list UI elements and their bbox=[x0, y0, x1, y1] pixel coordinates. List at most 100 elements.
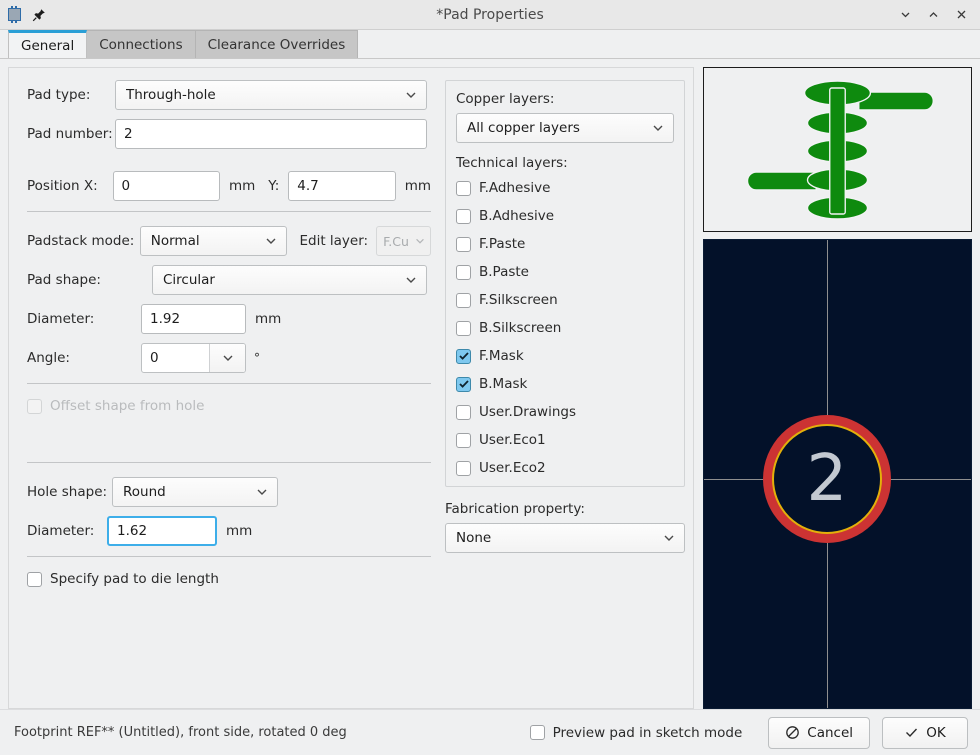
general-panel: Pad type: Through-hole Pad number: 2 bbox=[8, 67, 694, 709]
technical-layers-label: Technical layers: bbox=[456, 155, 674, 171]
pad-settings-column: Pad type: Through-hole Pad number: 2 bbox=[9, 76, 441, 708]
checkbox[interactable] bbox=[456, 377, 471, 392]
pin-icon[interactable] bbox=[32, 8, 46, 22]
layer-checkbox-b-paste[interactable]: B.Paste bbox=[456, 264, 674, 280]
fabrication-property-label: Fabrication property: bbox=[445, 501, 685, 517]
pad-type-row: Pad type: Through-hole bbox=[27, 80, 431, 110]
hole-diameter-row: Diameter: 1.62 mm bbox=[27, 516, 431, 546]
pad-shape-label: Pad shape: bbox=[27, 272, 152, 288]
close-button[interactable] bbox=[948, 3, 974, 27]
position-y-input[interactable]: 4.7 bbox=[288, 171, 395, 201]
angle-row: Angle: 0 ° bbox=[27, 343, 431, 373]
chevron-down-icon bbox=[651, 121, 665, 135]
hole-diameter-unit: mm bbox=[226, 523, 252, 539]
cancel-circle-icon bbox=[785, 725, 800, 740]
ok-button[interactable]: OK bbox=[882, 717, 968, 749]
padstack-mode-value: Normal bbox=[151, 233, 200, 249]
tab-connections[interactable]: Connections bbox=[86, 30, 195, 58]
pad-diameter-input[interactable]: 1.92 bbox=[141, 304, 246, 334]
cancel-button[interactable]: Cancel bbox=[768, 717, 870, 749]
layer-label: User.Eco1 bbox=[479, 432, 546, 448]
chevron-down-icon bbox=[255, 485, 269, 499]
layer-checkbox-b-silkscreen[interactable]: B.Silkscreen bbox=[456, 320, 674, 336]
pad-shape-graphic: 2 bbox=[763, 415, 891, 543]
maximize-button[interactable] bbox=[920, 3, 946, 27]
layer-label: User.Drawings bbox=[479, 404, 576, 420]
copper-layers-select[interactable]: All copper layers bbox=[456, 113, 674, 143]
checkbox[interactable] bbox=[456, 181, 471, 196]
sketch-mode-checkbox-row[interactable]: Preview pad in sketch mode bbox=[530, 725, 743, 741]
layer-checkbox-f-adhesive[interactable]: F.Adhesive bbox=[456, 180, 674, 196]
offset-shape-checkbox bbox=[27, 399, 42, 414]
angle-value: 0 bbox=[142, 344, 209, 372]
hole-diameter-label: Diameter: bbox=[27, 523, 107, 539]
pad-number-row: Pad number: 2 bbox=[27, 119, 431, 149]
padstack-mode-label: Padstack mode: bbox=[27, 233, 140, 249]
pad-shape-value: Circular bbox=[163, 272, 215, 288]
checkbox[interactable] bbox=[456, 349, 471, 364]
fabrication-property-select[interactable]: None bbox=[445, 523, 685, 553]
status-text: Footprint REF** (Untitled), front side, … bbox=[14, 725, 530, 740]
pad-diameter-row: Diameter: 1.92 mm bbox=[27, 304, 431, 334]
layer-label: B.Silkscreen bbox=[479, 320, 561, 336]
chevron-down-icon bbox=[662, 531, 676, 545]
window-title: *Pad Properties bbox=[0, 0, 980, 29]
angle-unit: ° bbox=[254, 351, 260, 365]
checkbox[interactable] bbox=[456, 405, 471, 420]
chevron-down-icon bbox=[404, 88, 418, 102]
layer-checkbox-b-mask[interactable]: B.Mask bbox=[456, 376, 674, 392]
hole-diameter-value: 1.62 bbox=[117, 523, 147, 539]
pad-to-die-label: Specify pad to die length bbox=[50, 571, 219, 587]
position-x-unit: mm bbox=[229, 178, 255, 194]
layer-checkbox-f-mask[interactable]: F.Mask bbox=[456, 348, 674, 364]
hole-diameter-input[interactable]: 1.62 bbox=[107, 516, 217, 546]
layer-checkbox-user-eco2[interactable]: User.Eco2 bbox=[456, 460, 674, 476]
layer-label: F.Paste bbox=[479, 236, 525, 252]
checkbox[interactable] bbox=[456, 321, 471, 336]
copper-layers-value: All copper layers bbox=[467, 120, 580, 136]
layer-checkbox-user-drawings[interactable]: User.Drawings bbox=[456, 404, 674, 420]
position-y-value: 4.7 bbox=[297, 178, 318, 194]
checkbox[interactable] bbox=[456, 209, 471, 224]
checkbox[interactable] bbox=[456, 237, 471, 252]
layer-label: B.Paste bbox=[479, 264, 529, 280]
pad-number-input[interactable]: 2 bbox=[115, 119, 427, 149]
position-x-input[interactable]: 0 bbox=[113, 171, 220, 201]
tab-clearance-overrides[interactable]: Clearance Overrides bbox=[195, 30, 359, 58]
sketch-mode-checkbox[interactable] bbox=[530, 725, 545, 740]
pad-type-select[interactable]: Through-hole bbox=[115, 80, 427, 110]
chip-icon bbox=[6, 7, 23, 22]
layer-checkbox-user-eco1[interactable]: User.Eco1 bbox=[456, 432, 674, 448]
layers-groupbox: Copper layers: All copper layers Technic… bbox=[445, 80, 685, 487]
pad-preview-canvas[interactable]: 2 bbox=[703, 239, 972, 709]
layer-checkbox-f-paste[interactable]: F.Paste bbox=[456, 236, 674, 252]
checkbox[interactable] bbox=[456, 461, 471, 476]
pad-shape-select[interactable]: Circular bbox=[152, 265, 427, 295]
chevron-down-icon[interactable] bbox=[209, 344, 245, 372]
layer-label: F.Silkscreen bbox=[479, 292, 558, 308]
pad-to-die-checkbox-row[interactable]: Specify pad to die length bbox=[27, 571, 431, 587]
checkbox[interactable] bbox=[456, 433, 471, 448]
padstack-mode-row: Padstack mode: Normal Edit layer: F.Cu bbox=[27, 226, 431, 256]
offset-shape-checkbox-row: Offset shape from hole bbox=[27, 398, 431, 414]
sketch-mode-label: Preview pad in sketch mode bbox=[553, 725, 743, 741]
padstack-mode-select[interactable]: Normal bbox=[140, 226, 288, 256]
angle-stepper[interactable]: 0 bbox=[141, 343, 246, 373]
hole-shape-select[interactable]: Round bbox=[112, 477, 278, 507]
minimize-button[interactable] bbox=[892, 3, 918, 27]
tab-general[interactable]: General bbox=[8, 30, 87, 58]
pad-type-label: Pad type: bbox=[27, 87, 115, 103]
copper-layers-label: Copper layers: bbox=[456, 91, 674, 107]
dialog-content: Pad type: Through-hole Pad number: 2 bbox=[0, 59, 980, 709]
pad-to-die-checkbox[interactable] bbox=[27, 572, 42, 587]
title-bar-icons bbox=[0, 7, 46, 22]
check-icon bbox=[904, 725, 919, 740]
divider-2 bbox=[27, 383, 431, 384]
checkbox[interactable] bbox=[456, 293, 471, 308]
layer-label: F.Adhesive bbox=[479, 180, 550, 196]
layer-checkbox-b-adhesive[interactable]: B.Adhesive bbox=[456, 208, 674, 224]
layer-checkbox-f-silkscreen[interactable]: F.Silkscreen bbox=[456, 292, 674, 308]
edit-layer-label: Edit layer: bbox=[299, 233, 368, 249]
ok-label: OK bbox=[926, 725, 945, 741]
checkbox[interactable] bbox=[456, 265, 471, 280]
